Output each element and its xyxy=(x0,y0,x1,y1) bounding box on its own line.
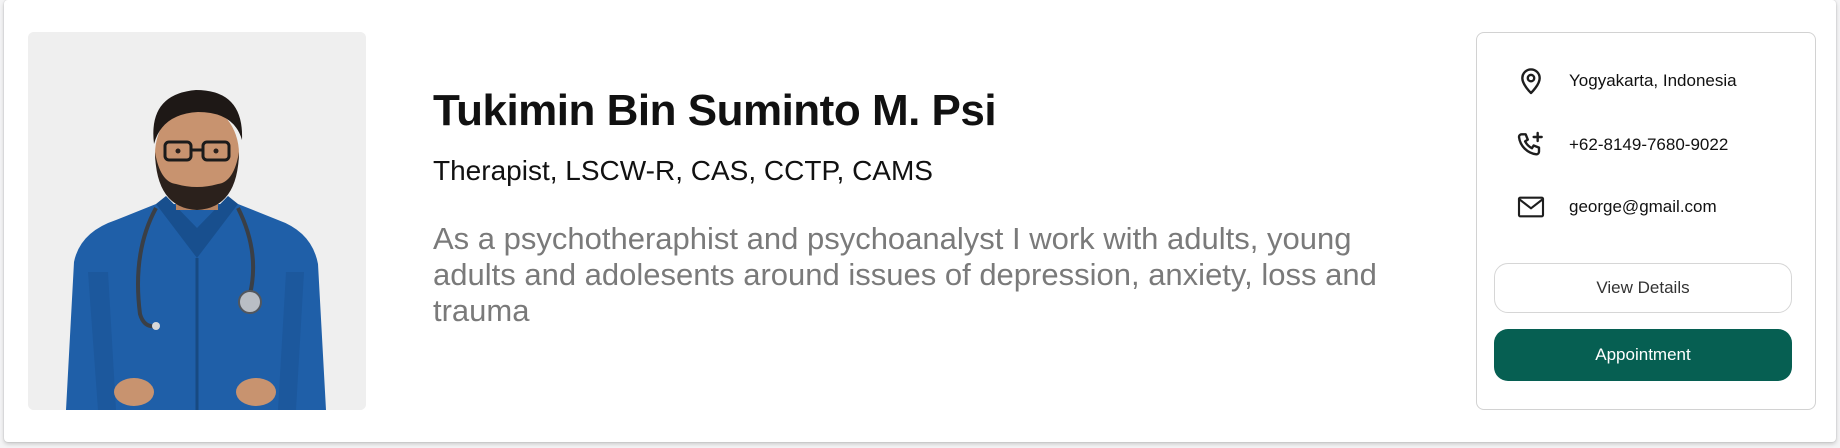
contact-location: Yogyakarta, Indonesia xyxy=(1513,63,1737,99)
therapist-bio: As a psychotheraphist and psychoanalyst … xyxy=(433,221,1377,328)
location-text: Yogyakarta, Indonesia xyxy=(1569,71,1737,90)
therapist-name: Tukimin Bin Suminto M. Psi xyxy=(433,86,997,135)
contact-email: george@gmail.com xyxy=(1513,189,1717,225)
therapist-card: Tukimin Bin Suminto M. Psi Therapist, LS… xyxy=(4,0,1836,442)
profile-info: Tukimin Bin Suminto M. Psi Therapist, LS… xyxy=(433,83,1433,329)
map-pin-icon xyxy=(1513,63,1549,99)
contact-panel: Yogyakarta, Indonesia +62-8149-7680-9022… xyxy=(1476,32,1816,410)
phone-plus-icon xyxy=(1513,127,1549,163)
view-details-button[interactable]: View Details xyxy=(1494,263,1792,313)
therapist-photo xyxy=(28,32,366,410)
therapist-credentials: Therapist, LSCW-R, CAS, CCTP, CAMS xyxy=(433,155,933,186)
appointment-button[interactable]: Appointment xyxy=(1494,329,1792,381)
email-text: george@gmail.com xyxy=(1569,197,1717,216)
phone-text: +62-8149-7680-9022 xyxy=(1569,135,1729,154)
contact-phone: +62-8149-7680-9022 xyxy=(1513,127,1728,163)
mail-icon xyxy=(1513,189,1549,225)
